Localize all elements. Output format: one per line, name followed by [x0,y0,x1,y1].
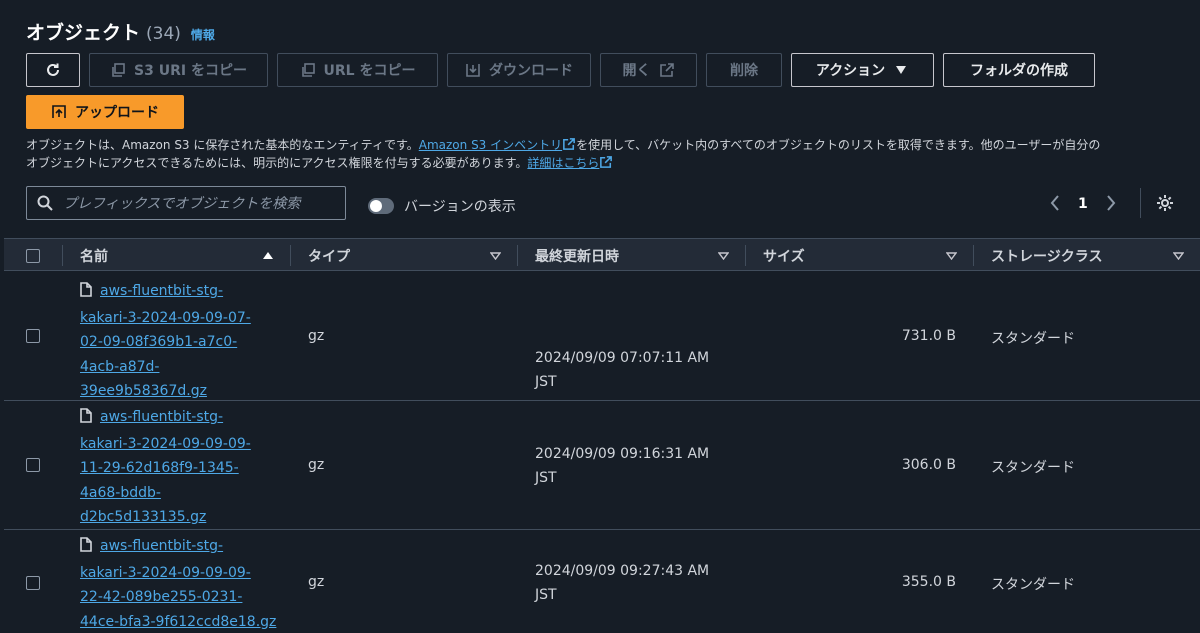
sort-caret-icon[interactable] [718,239,729,272]
column-divider [517,245,518,266]
size-cell: 731.0 B [901,328,956,344]
type-cell: gz [308,574,325,590]
column-divider [62,245,63,266]
table-row[interactable]: aws-fluentbit-stg-kakari-3-2024-09-09-07… [4,271,1200,401]
current-page[interactable]: 1 [1078,196,1088,212]
row-checkbox-cell[interactable] [26,576,40,590]
size-cell: 355.0 B [901,574,956,590]
create-folder-label: フォルダの作成 [970,63,1068,79]
page-title: オブジェクト [26,22,141,44]
description-text: を使用して、バケット内のすべてのオブジェクトのリストを取得できます。他のユーザー… [576,138,1101,152]
delete-button[interactable]: 削除 [706,53,782,87]
last-modified-cell: 2024/09/09 09:27:43 AM JST [535,563,710,603]
search-input[interactable]: プレフィックスでオブジェクトを検索 [26,186,346,220]
object-name-link[interactable]: aws-fluentbit-stg-kakari-3-2024-09-09-07… [80,283,251,399]
object-name-link[interactable]: aws-fluentbit-stg-kakari-3-2024-09-09-09… [80,538,276,630]
sort-caret-icon[interactable] [946,239,957,272]
toggle-switch[interactable] [368,198,394,214]
refresh-icon [45,62,61,78]
objects-table: 名前 タイプ 最終更新日時 サイズ ストレージクラス aws-fluentbit… [4,238,1200,633]
description: オブジェクトは、Amazon S3 に保存された基本的なエンティティです。Ama… [26,136,1186,172]
last-modified-cell: 2024/09/09 09:16:31 AM JST [535,446,710,486]
inventory-link[interactable]: Amazon S3 インベントリ [419,138,562,152]
column-divider [973,245,974,266]
create-folder-button[interactable]: フォルダの作成 [943,53,1095,87]
upload-button[interactable]: アップロード [26,95,184,129]
select-all-checkbox-cell[interactable] [26,239,40,272]
object-name-link[interactable]: aws-fluentbit-stg-kakari-3-2024-09-09-09… [80,409,251,525]
download-label: ダウンロード [489,63,573,79]
next-page-icon[interactable] [1106,192,1116,216]
storage-class-cell: スタンダード [991,460,1075,476]
search-placeholder: プレフィックスでオブジェクトを検索 [63,196,301,212]
storage-class-cell: スタンダード [991,331,1075,347]
type-cell: gz [308,328,325,344]
previous-page-icon[interactable] [1050,192,1060,216]
external-link-icon [599,156,613,168]
page-header: オブジェクト (34) 情報 [26,18,215,45]
external-link-icon [562,138,576,150]
column-header-name[interactable]: 名前 [80,239,108,272]
row-checkbox[interactable] [26,576,40,590]
copy-icon [110,62,126,78]
row-checkbox-cell[interactable] [26,458,40,472]
column-header-size[interactable]: サイズ [763,239,805,272]
file-icon [80,407,92,432]
info-link[interactable]: 情報 [191,26,215,43]
sort-caret-icon[interactable] [1173,239,1184,272]
copy-url-label: URL をコピー [323,63,416,79]
description-text: オブジェクトにアクセスできるためには、明示的にアクセス権限を付与する必要がありま… [26,156,528,170]
copy-s3-uri-button[interactable]: S3 URI をコピー [89,53,268,87]
copy-s3-uri-label: S3 URI をコピー [134,63,247,79]
sort-caret-icon[interactable] [490,239,501,272]
table-header: 名前 タイプ 最終更新日時 サイズ ストレージクラス [4,238,1200,271]
search-icon [37,195,53,211]
select-all-checkbox[interactable] [26,248,40,263]
open-label: 開く [622,63,651,79]
table-row[interactable]: aws-fluentbit-stg-kakari-3-2024-09-09-09… [4,401,1200,530]
file-icon [80,536,92,561]
type-cell: gz [308,457,325,473]
show-versions-toggle[interactable]: バージョンの表示 [368,196,516,216]
copy-url-button[interactable]: URL をコピー [277,53,438,87]
external-link-icon [659,62,675,78]
column-divider [290,245,291,266]
object-name-cell: aws-fluentbit-stg-kakari-3-2024-09-09-09… [80,534,280,633]
file-icon [80,281,92,306]
preferences-gear-icon[interactable] [1156,194,1174,216]
toolbar: S3 URI をコピー URL をコピー ダウンロード 開く 削除 アクション … [26,53,1095,87]
object-name-cell: aws-fluentbit-stg-kakari-3-2024-09-09-07… [80,279,280,404]
delete-label: 削除 [730,63,758,79]
row-checkbox[interactable] [26,458,40,472]
upload-icon [51,104,67,120]
column-header-type[interactable]: タイプ [308,239,350,272]
learn-more-link[interactable]: 詳細はこちら [527,156,599,170]
object-count: (34) [146,24,181,44]
pagination: 1 [1050,192,1116,216]
size-cell: 306.0 B [901,457,956,473]
row-checkbox-cell[interactable] [26,329,40,343]
download-icon [465,62,481,78]
actions-label: アクション [815,63,886,79]
caret-down-icon [893,62,909,78]
open-button[interactable]: 開く [600,53,697,87]
object-name-cell: aws-fluentbit-stg-kakari-3-2024-09-09-09… [80,405,280,530]
actions-dropdown[interactable]: アクション [791,53,934,87]
upload-label: アップロード [75,105,159,121]
row-checkbox[interactable] [26,329,40,343]
last-modified-cell: 2024/09/09 07:07:11 AM JST [535,350,710,390]
show-versions-label: バージョンの表示 [404,199,516,215]
download-button[interactable]: ダウンロード [447,53,591,87]
column-divider [745,245,746,266]
copy-icon [300,62,316,78]
refresh-button[interactable] [26,53,80,87]
divider [1140,188,1141,218]
column-header-storage-class[interactable]: ストレージクラス [991,239,1102,272]
column-header-last-modified[interactable]: 最終更新日時 [535,239,619,272]
description-text: オブジェクトは、Amazon S3 に保存された基本的なエンティティです。 [26,138,419,152]
sort-ascending-icon[interactable] [262,239,274,272]
table-row[interactable]: aws-fluentbit-stg-kakari-3-2024-09-09-09… [4,530,1200,633]
storage-class-cell: スタンダード [991,577,1075,593]
